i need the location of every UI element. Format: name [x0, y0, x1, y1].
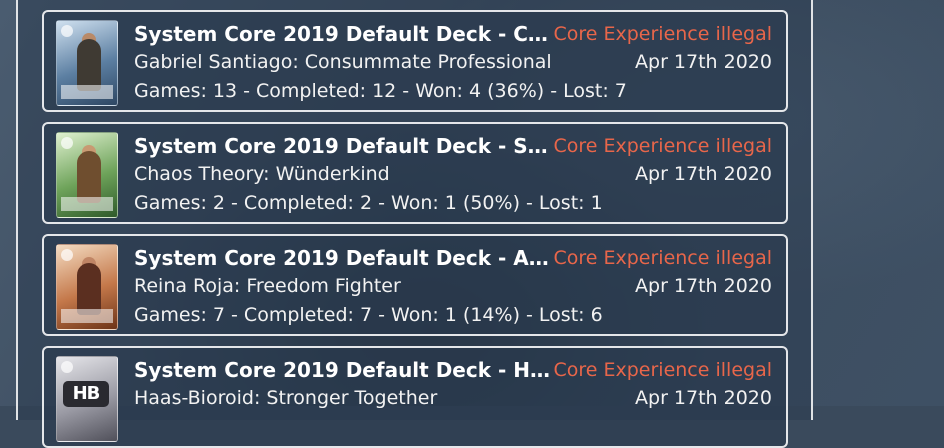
- faction-icon: [61, 249, 73, 261]
- deck-row-shaper[interactable]: System Core 2019 Default Deck - Shaper C…: [42, 122, 788, 224]
- legality-status: Core Experience illegal: [553, 135, 772, 157]
- deck-stats: Games: 13 - Completed: 12 - Won: 4 (36%)…: [134, 80, 627, 102]
- faction-icon: [61, 361, 73, 373]
- faction-icon: [61, 25, 73, 37]
- deck-date: Apr 17th 2020: [635, 51, 772, 73]
- identity-card-thumbnail: [56, 20, 118, 106]
- identity-card-thumbnail: HB: [56, 356, 118, 442]
- deck-row-anarch[interactable]: System Core 2019 Default Deck - Anarch C…: [42, 234, 788, 336]
- deck-title: System Core 2019 Default Deck - Haas-Bi.…: [134, 358, 554, 382]
- deck-identity: Gabriel Santiago: Consummate Professiona…: [134, 51, 552, 73]
- legality-status: Core Experience illegal: [553, 247, 772, 269]
- deck-title: System Core 2019 Default Deck - Anarch: [134, 246, 554, 270]
- deck-identity: Reina Roja: Freedom Fighter: [134, 275, 401, 297]
- identity-card-thumbnail: [56, 244, 118, 330]
- deck-identity: Chaos Theory: Wünderkind: [134, 163, 390, 185]
- haas-bioroid-logo: HB: [63, 381, 109, 407]
- identity-card-thumbnail: [56, 132, 118, 218]
- deck-title: System Core 2019 Default Deck - Criminal: [134, 22, 554, 46]
- deck-title: System Core 2019 Default Deck - Shaper: [134, 134, 554, 158]
- deck-identity: Haas-Bioroid: Stronger Together: [134, 387, 438, 409]
- deck-stats: Games: 2 - Completed: 2 - Won: 1 (50%) -…: [134, 192, 603, 214]
- deck-row-haas-bioroid[interactable]: HB System Core 2019 Default Deck - Haas-…: [42, 346, 788, 448]
- legality-status: Core Experience illegal: [553, 359, 772, 381]
- deck-date: Apr 17th 2020: [635, 163, 772, 185]
- legality-status: Core Experience illegal: [553, 23, 772, 45]
- faction-icon: [61, 137, 73, 149]
- deck-stats: Games: 7 - Completed: 7 - Won: 1 (14%) -…: [134, 304, 603, 326]
- deck-date: Apr 17th 2020: [635, 387, 772, 409]
- deck-row-criminal[interactable]: System Core 2019 Default Deck - Criminal…: [42, 10, 788, 112]
- deck-date: Apr 17th 2020: [635, 275, 772, 297]
